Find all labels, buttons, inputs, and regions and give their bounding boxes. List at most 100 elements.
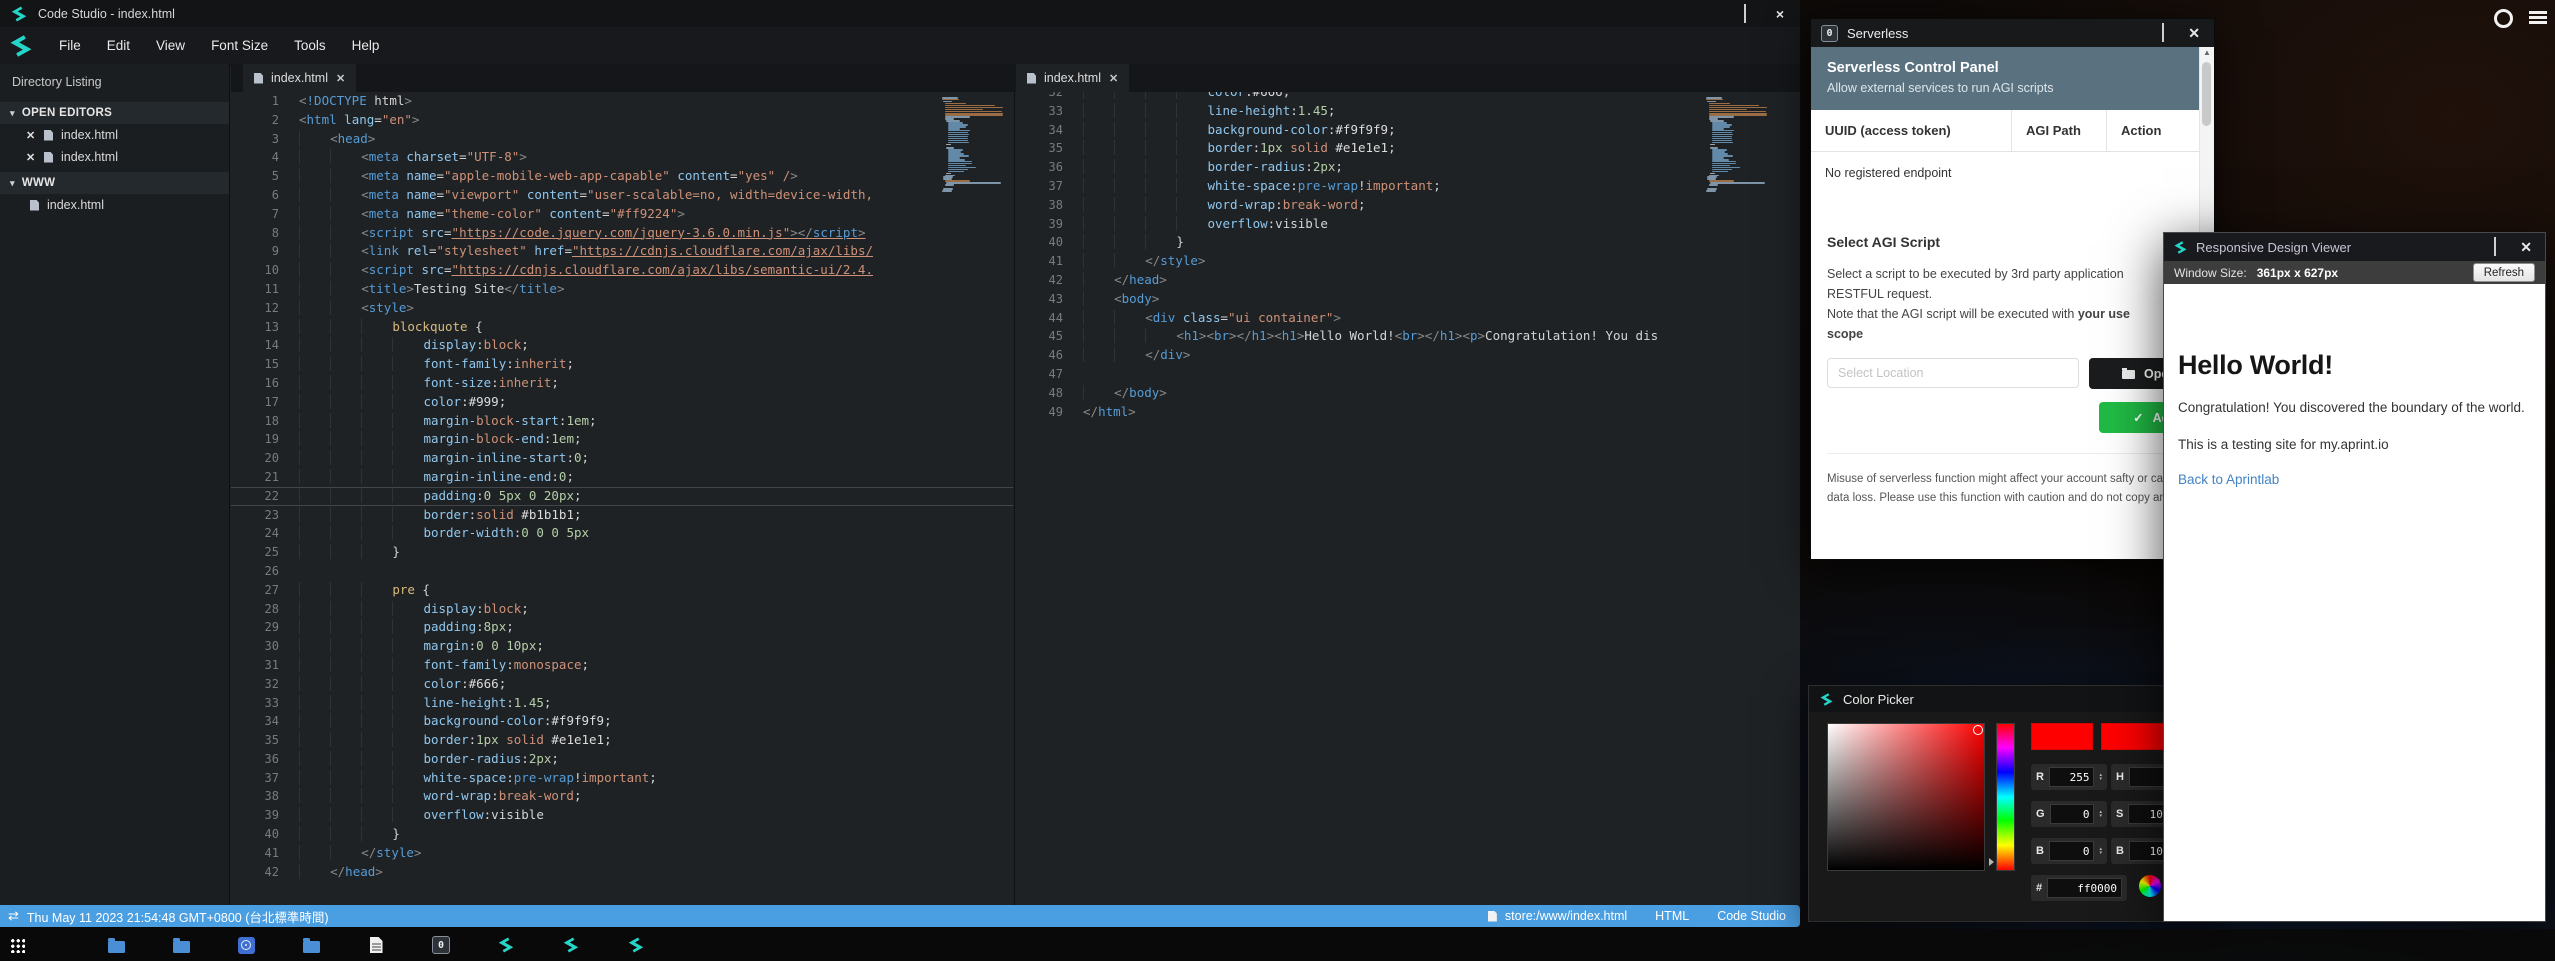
code-line[interactable]: 12 <style> [231, 299, 1013, 318]
taskbar-folder-icon[interactable] [172, 936, 190, 954]
code-line[interactable]: 38 word-wrap:break-word; [1015, 196, 1800, 215]
close-file-icon[interactable]: ✕ [26, 151, 36, 164]
code-line[interactable]: 22 padding:0 5px 0 20px; [231, 487, 1013, 506]
code-line[interactable]: 36 border-radius:2px; [1015, 158, 1800, 177]
code-line[interactable]: 7 <meta name="theme-color" content="#ff9… [231, 205, 1013, 224]
code-line[interactable]: 47 [1015, 365, 1800, 384]
code-line[interactable]: 18 margin-block-start:1em; [231, 412, 1013, 431]
code-line[interactable]: 31 font-family:monospace; [231, 656, 1013, 675]
taskbar-serverless-icon[interactable]: 0 [432, 936, 450, 954]
code-line[interactable]: 6 <meta name="viewport" content="user-sc… [231, 186, 1013, 205]
code-line[interactable]: 32 color:#666; [1015, 92, 1800, 102]
close-file-icon[interactable]: ✕ [26, 129, 36, 142]
code-line[interactable]: 21 margin-inline-end:0; [231, 468, 1013, 487]
open-editors-section[interactable]: ▾ OPEN EDITORS [0, 102, 229, 124]
code-line[interactable]: 2<html lang="en"> [231, 111, 1013, 130]
maximize-button[interactable] [1744, 5, 1746, 23]
status-file-path[interactable]: store:/www/index.html [1488, 909, 1627, 923]
code-line[interactable]: 16 font-size:inherit; [231, 374, 1013, 393]
scroll-up-icon[interactable]: ▲ [2200, 48, 2214, 57]
code-line[interactable]: 34 background-color:#f9f9f9; [1015, 121, 1800, 140]
open-editor-item[interactable]: ✕ index.html [0, 124, 229, 146]
maximize-button[interactable] [2494, 238, 2496, 256]
code-line[interactable]: 8 <script src="https://code.jquery.com/j… [231, 224, 1013, 243]
code-line[interactable]: 29 padding:8px; [231, 618, 1013, 637]
taskbar-code-studio-icon[interactable] [627, 936, 645, 954]
code-line[interactable]: 49</html> [1015, 403, 1800, 422]
menu-font-size[interactable]: Font Size [198, 38, 281, 53]
code-line[interactable]: 48 </body> [1015, 384, 1800, 403]
hue-slider[interactable] [1996, 723, 2015, 871]
code-line[interactable]: 28 display:block; [231, 600, 1013, 619]
code-line[interactable]: 20 margin-inline-start:0; [231, 449, 1013, 468]
code-line[interactable]: 39 overflow:visible [231, 806, 1013, 825]
code-line[interactable]: 40 } [1015, 233, 1800, 252]
close-button[interactable]: × [1776, 7, 1784, 21]
minimap[interactable] [1706, 97, 1766, 192]
refresh-button[interactable]: Refresh [2473, 263, 2535, 282]
code-line[interactable]: 41 </style> [231, 844, 1013, 863]
close-button[interactable]: ✕ [2520, 240, 2532, 254]
red-field[interactable]: R 255 ▴▾ [2031, 764, 2107, 790]
code-line[interactable]: 37 white-space:pre-wrap!important; [231, 769, 1013, 788]
app-launcher-icon[interactable] [10, 938, 25, 953]
color-selector-ring[interactable] [1973, 725, 1983, 735]
code-line[interactable]: 41 </style> [1015, 252, 1800, 271]
code-line[interactable]: 44 <div class="ui container"> [1015, 309, 1800, 328]
color-wheel-icon[interactable] [2139, 875, 2161, 897]
taskbar-document-icon[interactable] [367, 936, 385, 954]
code-line[interactable]: 11 <title>Testing Site</title> [231, 280, 1013, 299]
desktop-menu-icon[interactable] [2529, 11, 2547, 27]
code-line[interactable]: 37 white-space:pre-wrap!important; [1015, 177, 1800, 196]
code-line[interactable]: 39 overflow:visible [1015, 215, 1800, 234]
code-line[interactable]: 27 pre { [231, 581, 1013, 600]
menu-view[interactable]: View [143, 38, 198, 53]
close-button[interactable]: ✕ [2188, 26, 2200, 40]
code-line[interactable]: 26 [231, 562, 1013, 581]
code-line[interactable]: 17 color:#999; [231, 393, 1013, 412]
code-line[interactable]: 3 <head> [231, 130, 1013, 149]
tree-item-index-html[interactable]: index.html [0, 194, 229, 216]
code-line[interactable]: 23 border:solid #b1b1b1; [231, 506, 1013, 525]
saturation-value-field[interactable] [1827, 723, 1985, 871]
back-to-aprintlab-link[interactable]: Back to Aprintlab [2178, 472, 2531, 487]
stepper-icon[interactable]: ▴▾ [2099, 810, 2102, 819]
code-editor-left[interactable]: 1<!DOCTYPE html>2<html lang="en">3 <head… [231, 92, 1013, 905]
minimap[interactable] [942, 97, 1002, 192]
stepper-icon[interactable]: ▴▾ [2099, 847, 2102, 856]
taskbar-folder-icon[interactable] [302, 936, 320, 954]
www-section[interactable]: ▾ WWW [0, 172, 229, 194]
close-tab-icon[interactable]: ✕ [336, 72, 345, 85]
code-line[interactable]: 45 <h1><br></h1><h1>Hello World!<br></h1… [1015, 327, 1800, 346]
code-line[interactable]: 19 margin-block-end:1em; [231, 430, 1013, 449]
code-line[interactable]: 4 <meta charset="UTF-8"> [231, 148, 1013, 167]
taskbar-code-studio-icon[interactable] [562, 936, 580, 954]
code-line[interactable]: 40 } [231, 825, 1013, 844]
open-editor-item[interactable]: ✕ index.html [0, 146, 229, 168]
menu-tools[interactable]: Tools [281, 38, 339, 53]
tab-index-html[interactable]: index.html ✕ [1016, 64, 1129, 92]
code-line[interactable]: 38 word-wrap:break-word; [231, 787, 1013, 806]
script-location-input[interactable] [1827, 358, 2079, 388]
code-line[interactable]: 35 border:1px solid #e1e1e1; [1015, 139, 1800, 158]
status-language[interactable]: HTML [1655, 909, 1689, 923]
code-line[interactable]: 13 blockquote { [231, 318, 1013, 337]
maximize-button[interactable] [2162, 24, 2164, 42]
code-line[interactable]: 35 border:1px solid #e1e1e1; [231, 731, 1013, 750]
hue-slider-marker[interactable] [1989, 858, 1994, 866]
code-line[interactable]: 42 </head> [231, 863, 1013, 882]
menu-help[interactable]: Help [339, 38, 393, 53]
menu-edit[interactable]: Edit [94, 38, 143, 53]
code-line[interactable]: 33 line-height:1.45; [1015, 102, 1800, 121]
code-line[interactable]: 25 } [231, 543, 1013, 562]
code-line[interactable]: 42 </head> [1015, 271, 1800, 290]
taskbar-folder-icon[interactable] [107, 936, 125, 954]
close-tab-icon[interactable]: ✕ [1109, 72, 1118, 85]
code-line[interactable]: 36 border-radius:2px; [231, 750, 1013, 769]
menu-file[interactable]: File [46, 38, 94, 53]
code-line[interactable]: 34 background-color:#f9f9f9; [231, 712, 1013, 731]
code-line[interactable]: 10 <script src="https://cdnjs.cloudflare… [231, 261, 1013, 280]
scrollbar-thumb[interactable] [2202, 62, 2211, 126]
taskbar-disc-icon[interactable] [237, 936, 255, 954]
hex-field[interactable]: # ff0000 [2031, 875, 2127, 901]
